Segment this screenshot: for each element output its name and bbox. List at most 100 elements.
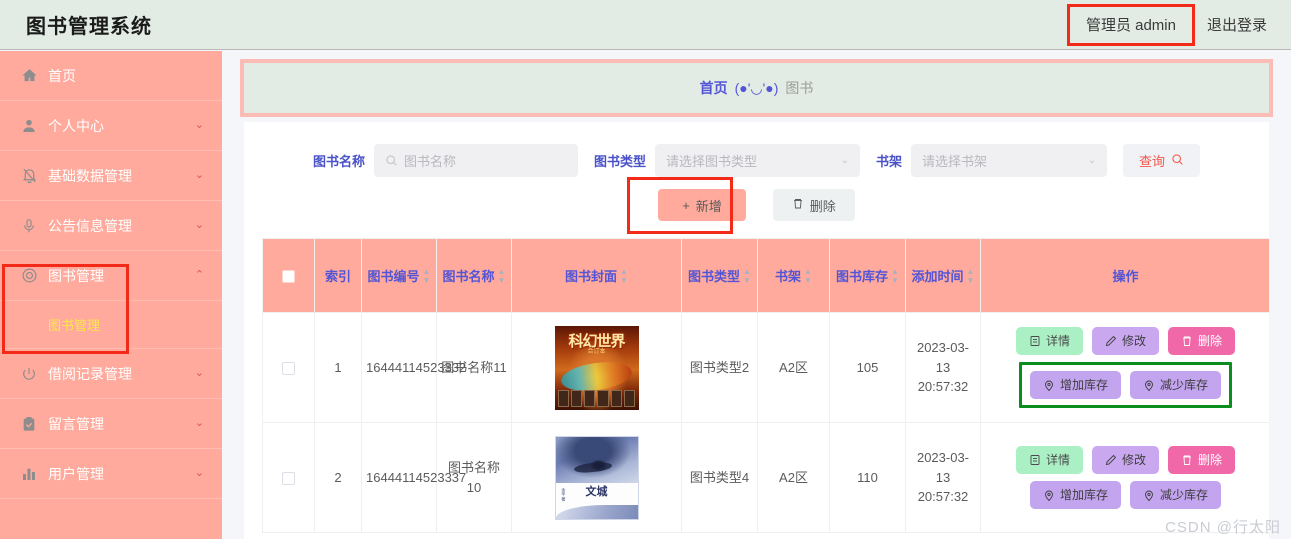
detail-button-label: 详情 <box>1045 334 1070 348</box>
edit-button[interactable]: 修改 <box>1091 446 1159 474</box>
book-type-select[interactable]: 请选择图书类型 ⌄ <box>655 144 860 177</box>
row-book-cover-cell: 科幻世界 合订本 <box>511 312 682 423</box>
row-book-type: 图书类型2 <box>681 312 758 423</box>
book-name-label: 图书名称 <box>312 154 365 169</box>
row-index: 2 <box>314 422 362 533</box>
book-cover-image[interactable]: 科幻世界 合订本 <box>554 325 639 410</box>
chevron-down-icon: ⌄ <box>194 119 204 131</box>
cover-artwork <box>555 436 638 484</box>
sidebar-item-book-management[interactable]: 图书管理 ⌃ <box>0 251 222 301</box>
current-user-label: 管理员 admin <box>1085 16 1176 34</box>
col-added-time[interactable]: 添加时间 ▲ ▼ <box>905 238 981 313</box>
location-pin-icon <box>1145 490 1153 501</box>
query-button-label: 查询 <box>1139 154 1166 169</box>
add-stock-label: 增加库存 <box>1059 378 1108 392</box>
reduce-stock-button[interactable]: 减少库存 <box>1130 371 1222 399</box>
select-all-checkbox[interactable] <box>282 270 295 284</box>
add-button[interactable]: + 新增 <box>658 189 746 221</box>
chevron-up-icon: ⌃ <box>194 269 204 281</box>
table-row: 2 16444114523337 图书名称10 余华 著 文城 图书类型4 A2… <box>262 422 1269 533</box>
delete-button-label: 删除 <box>1198 334 1223 348</box>
book-type-label: 图书类型 <box>593 154 646 169</box>
select-all-header <box>262 238 315 313</box>
detail-button[interactable]: 详情 <box>1015 446 1083 474</box>
book-name-input-placeholder: 图书名称 <box>403 154 456 169</box>
sidebar-item-label: 基础数据管理 <box>48 167 132 184</box>
row-book-type: 图书类型4 <box>681 422 758 533</box>
home-icon <box>20 67 38 85</box>
row-stock: 110 <box>829 422 906 533</box>
col-shelf[interactable]: 书架 ▲ ▼ <box>757 238 830 313</box>
sort-icon[interactable]: ▲ ▼ <box>891 267 899 284</box>
search-icon <box>385 154 398 167</box>
col-book-no[interactable]: 图书编号 ▲ ▼ <box>361 238 437 313</box>
col-book-type[interactable]: 图书类型 ▲ ▼ <box>681 238 758 313</box>
row-operations-primary: 详情 修改 删除 <box>1015 446 1236 474</box>
table-header-row: 索引 图书编号 ▲ ▼ 图书名称 ▲ ▼ 图书封面 ▲ ▼ 图书类型 ▲ ▼ 书… <box>262 238 1269 313</box>
sort-icon[interactable]: ▲ ▼ <box>423 267 431 284</box>
row-checkbox[interactable] <box>282 361 295 375</box>
col-book-cover[interactable]: 图书封面 ▲ ▼ <box>511 238 682 313</box>
delete-button[interactable]: 删除 <box>1168 446 1236 474</box>
row-operations-primary: 详情 修改 删除 <box>1015 327 1236 355</box>
col-stock[interactable]: 图书库存 ▲ ▼ <box>829 238 906 313</box>
delete-button[interactable]: 删除 <box>1168 327 1236 355</box>
sort-icon[interactable]: ▲ ▼ <box>498 267 506 284</box>
location-pin-icon <box>1045 490 1053 501</box>
sidebar-nav: 首页 个人中心 ⌄ 基础数据管理 ⌄ 公告信息管理 ⌄ 图书管理 ⌃ 图书管理 … <box>0 51 222 539</box>
book-cover-subtitle: 合订本 <box>587 348 606 355</box>
row-operations: 详情 修改 删除 增加库存 减少库存 <box>985 446 1266 509</box>
sidebar-item-user-management[interactable]: 用户管理 ⌄ <box>0 449 222 499</box>
col-shelf-label: 书架 <box>775 269 802 284</box>
sidebar-subitem-book-management[interactable]: 图书管理 <box>0 301 222 349</box>
detail-button[interactable]: 详情 <box>1015 327 1083 355</box>
row-operations: 详情 修改 删除 增加库存 减少库存 <box>985 327 1266 408</box>
row-book-cover-cell: 余华 著 文城 <box>511 422 682 533</box>
sidebar-item-basic-data[interactable]: 基础数据管理 ⌄ <box>0 151 222 201</box>
cover-thumbnail-strip <box>557 389 636 407</box>
logout-button[interactable]: 退出登录 <box>1203 8 1271 41</box>
header-right-group: 管理员 admin 退出登录 <box>1066 0 1291 50</box>
col-book-cover-label: 图书封面 <box>565 269 618 284</box>
add-stock-button[interactable]: 增加库存 <box>1029 371 1121 399</box>
sort-icon[interactable]: ▲ ▼ <box>967 267 975 284</box>
book-cover-image[interactable]: 余华 著 文城 <box>554 435 639 520</box>
trash-icon <box>792 197 804 213</box>
sidebar-item-label: 个人中心 <box>48 117 104 134</box>
sidebar-item-home[interactable]: 首页 <box>0 51 222 101</box>
breadcrumb-home-link[interactable]: 首页 <box>700 78 728 98</box>
book-name-input[interactable]: 图书名称 <box>373 144 578 177</box>
col-book-name[interactable]: 图书名称 ▲ ▼ <box>436 238 512 313</box>
edit-button[interactable]: 修改 <box>1091 327 1159 355</box>
query-button[interactable]: 查询 <box>1123 144 1201 177</box>
books-table-wrapper: 索引 图书编号 ▲ ▼ 图书名称 ▲ ▼ 图书封面 ▲ ▼ 图书类型 ▲ ▼ 书… <box>262 238 1269 533</box>
sidebar-item-label: 公告信息管理 <box>48 217 132 234</box>
main-content: 首页 (●'◡'●) 图书 图书名称 图书名称 图书类型 请选择图书类型 ⌄ 书… <box>222 51 1291 539</box>
sidebar-item-messages[interactable]: 留言管理 ⌄ <box>0 399 222 449</box>
col-stock-label: 图书库存 <box>836 269 889 284</box>
batch-delete-button[interactable]: 删除 <box>772 189 855 221</box>
row-book-no: 16444114523337 <box>361 422 466 533</box>
sort-icon[interactable]: ▲ ▼ <box>804 267 812 284</box>
reduce-stock-button[interactable]: 减少库存 <box>1130 481 1222 509</box>
sort-icon[interactable]: ▲ ▼ <box>743 267 751 284</box>
add-stock-button[interactable]: 增加库存 <box>1029 481 1121 509</box>
col-index-label: 索引 <box>324 269 351 284</box>
document-icon <box>1030 336 1040 346</box>
sidebar-item-borrow-records[interactable]: 借阅记录管理 ⌄ <box>0 349 222 399</box>
edit-button-label: 修改 <box>1121 334 1146 348</box>
shelf-select[interactable]: 请选择书架 ⌄ <box>911 144 1108 177</box>
sidebar-item-personal-center[interactable]: 个人中心 ⌄ <box>0 101 222 151</box>
clipboard-check-icon <box>20 415 38 433</box>
sort-icon[interactable]: ▲ ▼ <box>620 267 628 284</box>
breadcrumb-current: 图书 <box>785 80 814 96</box>
chevron-down-icon: ⌄ <box>194 219 204 231</box>
trash-icon <box>1183 336 1191 346</box>
row-checkbox[interactable] <box>282 471 295 485</box>
current-user-button[interactable]: 管理员 admin <box>1066 3 1195 46</box>
row-select-cell <box>262 422 315 533</box>
books-table: 索引 图书编号 ▲ ▼ 图书名称 ▲ ▼ 图书封面 ▲ ▼ 图书类型 ▲ ▼ 书… <box>262 238 1269 533</box>
col-book-name-label: 图书名称 <box>442 269 495 284</box>
sidebar-item-announcements[interactable]: 公告信息管理 ⌄ <box>0 201 222 251</box>
pencil-icon <box>1105 335 1117 347</box>
